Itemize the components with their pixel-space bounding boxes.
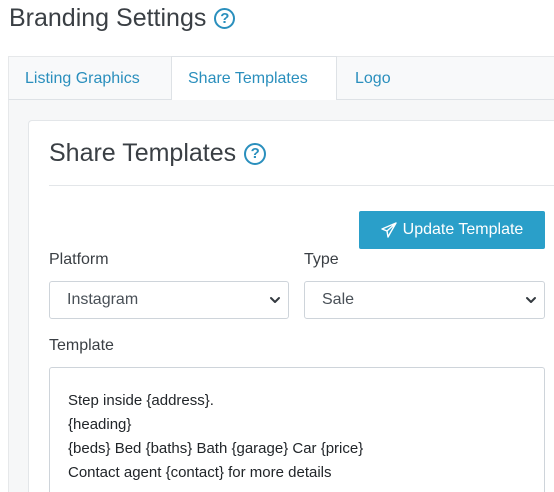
template-label: Template [49, 337, 114, 354]
divider [49, 185, 554, 186]
type-select[interactable]: Sale [304, 281, 545, 319]
tab-listing-graphics[interactable]: Listing Graphics [9, 57, 156, 100]
template-line: {beds} Bed {baths} Bath {garage} Car {pr… [68, 440, 364, 457]
platform-select-value: Instagram [67, 291, 139, 308]
question-circle-icon[interactable]: ? [244, 142, 267, 165]
tab-label: Share Templates [188, 70, 308, 87]
card-title: Share Templates ? [49, 139, 267, 168]
template-line: Step inside {address}. [68, 392, 214, 409]
question-circle-icon[interactable]: ? [214, 8, 236, 29]
tab-share-templates[interactable]: Share Templates [171, 56, 337, 101]
tab-bar: Listing Graphics Share Templates Logo [8, 56, 554, 101]
tab-logo[interactable]: Logo [339, 57, 407, 100]
template-line: {heading} [68, 416, 132, 433]
tab-label: Logo [355, 70, 391, 87]
update-template-button[interactable]: Update Template [359, 211, 545, 249]
page-title: Branding Settings ? [9, 4, 236, 33]
chevron-down-icon [270, 297, 280, 303]
page-title-text: Branding Settings [9, 4, 207, 32]
tab-label: Listing Graphics [25, 70, 140, 87]
platform-label: Platform [49, 251, 109, 268]
platform-select[interactable]: Instagram [49, 281, 289, 319]
card-title-text: Share Templates [49, 139, 237, 167]
template-textarea[interactable]: Step inside {address}. {heading} {beds} … [49, 367, 545, 492]
type-select-value: Sale [322, 291, 355, 308]
update-template-label: Update Template [402, 221, 524, 238]
template-line: Contact agent {contact} for more details [68, 464, 332, 481]
paper-plane-icon [380, 222, 397, 238]
chevron-down-icon [526, 297, 536, 303]
type-label: Type [304, 251, 339, 268]
